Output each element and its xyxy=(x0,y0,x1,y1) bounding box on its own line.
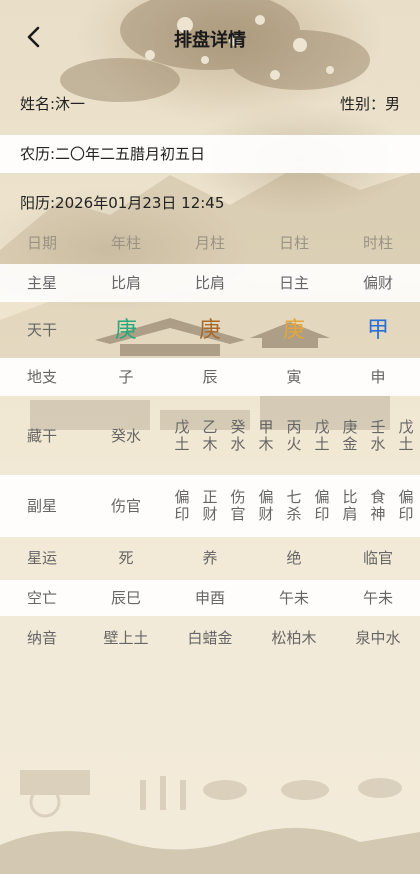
row-label: 天干 xyxy=(26,320,57,339)
secondary-star-row: 副星 伤官 偏印 正财 伤官 偏财 七杀 偏印 比肩 食神 偏印 xyxy=(0,475,420,537)
table-cell: 癸水 xyxy=(84,402,168,470)
cell-line: 偏财 xyxy=(258,488,274,523)
table-cell: 比肩 xyxy=(110,273,141,292)
name-label: 姓名:沐一 xyxy=(20,95,86,113)
page-title: 排盘详情 xyxy=(174,30,246,51)
table-cell: 白蜡金 xyxy=(187,628,233,647)
table-cell: 养 xyxy=(202,548,218,567)
cell-line: 戊土 xyxy=(174,418,190,453)
header-year-pillar: 年柱 xyxy=(110,233,141,252)
table-cell: 午未 xyxy=(278,588,309,607)
cell-line: 食神 xyxy=(370,488,386,523)
cell-line: 戊土 xyxy=(314,418,330,453)
void-row: 空亡 辰巳 申酉 午未 午未 xyxy=(0,580,420,616)
cell-line: 癸水 xyxy=(110,426,141,445)
person-row: 姓名:沐一 性别：男 xyxy=(0,93,420,115)
cell-line: 比肩 xyxy=(342,488,358,523)
table-cell: 申酉 xyxy=(194,588,225,607)
cell-line: 乙木 xyxy=(202,418,218,453)
main-star-row: 主星 比肩 比肩 日主 偏财 xyxy=(0,264,420,302)
row-label: 纳音 xyxy=(26,628,57,647)
row-label: 主星 xyxy=(26,273,57,292)
header-day-pillar: 日柱 xyxy=(278,233,309,252)
row-label: 星运 xyxy=(26,548,57,567)
table-cell: 辰巳 xyxy=(110,588,141,607)
table-cell: 子 xyxy=(118,367,134,386)
cell-line: 偏印 xyxy=(314,488,330,523)
table-cell: 庚金 壬水 戊土 xyxy=(336,402,420,470)
cell-line: 丙火 xyxy=(286,418,302,453)
star-fortune-row: 星运 死 养 绝 临官 xyxy=(0,540,420,576)
lunar-date-row: 农历:二〇年二五腊月初五日 xyxy=(0,135,420,173)
earthly-branch-row: 地支 子 辰 寅 申 xyxy=(0,358,420,396)
cell-line: 庚金 xyxy=(342,418,358,453)
lunar-date: 农历:二〇年二五腊月初五日 xyxy=(20,145,206,163)
hidden-stems-row: 藏干 癸水 戊土 乙木 癸水 甲木 丙火 戊土 庚金 壬水 戊土 xyxy=(0,402,420,470)
gender-label: 性别：男 xyxy=(339,95,400,113)
table-cell: 戊土 乙木 癸水 xyxy=(168,402,252,470)
stem-day: 庚 xyxy=(282,317,305,343)
solar-date: 阳历:2026年01月23日 12:45 xyxy=(20,194,225,212)
app-header: 排盘详情 xyxy=(0,0,420,76)
table-cell: 比肩 xyxy=(194,273,225,292)
header-hour-pillar: 时柱 xyxy=(362,233,393,252)
table-cell: 松柏木 xyxy=(271,628,317,647)
table-cell: 绝 xyxy=(286,548,302,567)
cell-line: 癸水 xyxy=(230,418,246,453)
table-cell: 偏印 正财 伤官 xyxy=(168,475,252,537)
table-cell: 寅 xyxy=(286,367,302,386)
table-header-row: 日期 年柱 月柱 日柱 时柱 xyxy=(0,228,420,258)
cell-line: 七杀 xyxy=(286,488,302,523)
cell-line: 壬水 xyxy=(370,418,386,453)
row-label: 空亡 xyxy=(26,588,57,607)
row-label: 副星 xyxy=(26,496,57,515)
table-cell: 日主 xyxy=(278,273,309,292)
header-date: 日期 xyxy=(26,233,57,252)
table-cell: 比肩 食神 偏印 xyxy=(336,475,420,537)
table-cell: 死 xyxy=(118,548,134,567)
table-cell: 辰 xyxy=(202,367,218,386)
table-cell: 午未 xyxy=(362,588,393,607)
stem-year: 庚 xyxy=(114,317,137,343)
row-label: 地支 xyxy=(26,367,57,386)
table-cell: 伤官 xyxy=(84,475,168,537)
table-cell: 偏财 xyxy=(362,273,393,292)
nayin-row: 纳音 壁上土 白蜡金 松柏木 泉中水 xyxy=(0,620,420,656)
stem-hour: 甲 xyxy=(366,317,389,343)
cell-line: 偏印 xyxy=(398,488,414,523)
header-month-pillar: 月柱 xyxy=(194,233,225,252)
table-cell: 泉中水 xyxy=(355,628,401,647)
cell-line: 伤官 xyxy=(110,496,141,515)
table-cell: 偏财 七杀 偏印 xyxy=(252,475,336,537)
table-cell: 申 xyxy=(370,367,386,386)
table-cell: 临官 xyxy=(362,548,393,567)
row-label: 藏干 xyxy=(26,426,57,445)
cell-line: 戊土 xyxy=(398,418,414,453)
stem-month: 庚 xyxy=(198,317,221,343)
table-cell: 甲木 丙火 戊土 xyxy=(252,402,336,470)
table-cell: 壁上土 xyxy=(103,628,149,647)
cell-line: 正财 xyxy=(202,488,218,523)
solar-date-row: 阳历:2026年01月23日 12:45 xyxy=(0,192,420,214)
paipan-detail-page: 排盘详情 姓名:沐一 性别：男 农历:二〇年二五腊月初五日 阳历:2026年01… xyxy=(0,0,420,874)
cell-line: 甲木 xyxy=(258,418,274,453)
heavenly-stem-row: 天干 庚 庚 庚 甲 xyxy=(0,305,420,355)
cell-line: 偏印 xyxy=(174,488,190,523)
cell-line: 伤官 xyxy=(230,488,246,523)
